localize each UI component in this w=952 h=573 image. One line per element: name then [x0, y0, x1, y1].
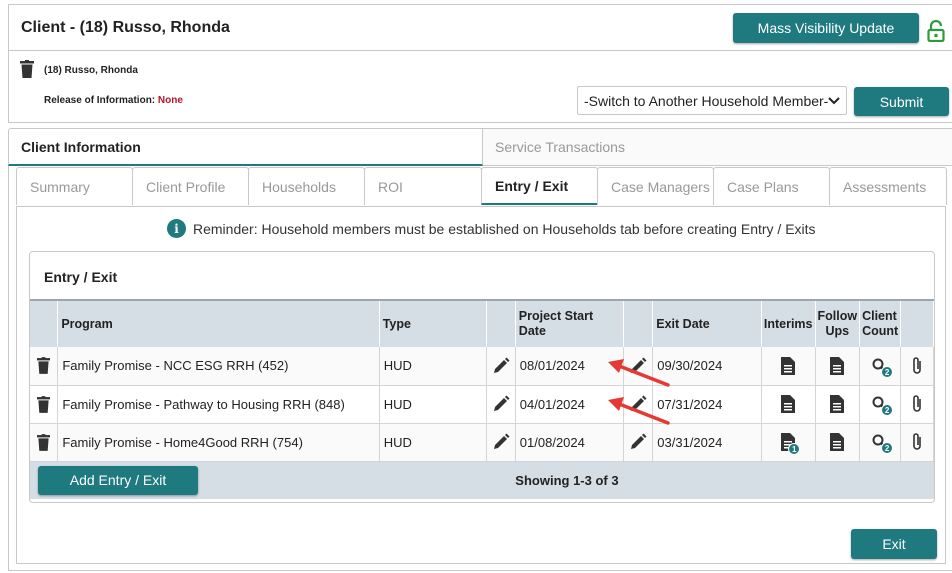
paperclip-icon[interactable] — [911, 356, 923, 376]
info-icon: i — [167, 219, 186, 238]
submit-button[interactable]: Submit — [854, 87, 949, 116]
tab-client-profile[interactable]: Client Profile — [132, 167, 249, 205]
trash-icon[interactable] — [37, 357, 51, 375]
tab-summary[interactable]: Summary — [16, 167, 133, 205]
roi-value: None — [157, 95, 183, 106]
document-icon[interactable] — [830, 395, 845, 413]
col-attachments — [900, 299, 934, 347]
entry-exit-table: Program Type Project Start Date Exit Dat… — [30, 299, 934, 499]
col-exit-date[interactable]: Exit Date — [652, 299, 762, 347]
sub-tabs: Summary Client Profile Households ROI En… — [16, 167, 950, 205]
program-cell[interactable]: Family Promise - Home4Good RRH (754) — [57, 423, 380, 462]
pencil-icon[interactable] — [629, 395, 647, 413]
start-date-cell: 04/01/2024 — [515, 385, 625, 424]
tab-households[interactable]: Households — [248, 167, 365, 205]
exit-date-cell: 09/30/2024 — [652, 347, 762, 386]
pencil-icon[interactable] — [629, 357, 647, 375]
document-icon[interactable] — [781, 356, 796, 375]
tab-assessments[interactable]: Assessments — [829, 167, 947, 205]
mass-visibility-update-button[interactable]: Mass Visibility Update — [733, 13, 919, 43]
entry-exit-title: Entry / Exit — [44, 269, 118, 285]
household-member-select[interactable]: -Switch to Another Household Member- — [577, 86, 847, 115]
pencil-icon[interactable] — [492, 357, 510, 375]
client-count-badge: 2 — [881, 404, 894, 417]
client-count-badge: 2 — [881, 366, 894, 379]
tab-service-transactions[interactable]: Service Transactions — [483, 128, 952, 166]
paperclip-icon[interactable] — [911, 394, 923, 414]
trash-icon[interactable] — [37, 395, 51, 413]
pencil-icon[interactable] — [492, 395, 510, 413]
client-count[interactable]: 2 — [872, 434, 894, 455]
col-delete — [30, 299, 59, 347]
entry-exit-card: Entry / Exit Program Type Project Start … — [29, 251, 935, 503]
col-edit-exit — [623, 299, 654, 347]
add-entry-exit-button[interactable]: Add Entry / Exit — [38, 465, 198, 495]
page-title: Client - (18) Russo, Rhonda — [21, 19, 230, 36]
top-tabs: Client Information Service Transactions — [8, 128, 952, 166]
col-type[interactable]: Type — [379, 299, 487, 347]
table-row: Family Promise - NCC ESG RRH (452) HUD 08/… — [30, 347, 934, 386]
tab-entry-exit[interactable]: Entry / Exit — [481, 167, 598, 205]
document-icon[interactable] — [781, 395, 796, 413]
unlock-icon[interactable] — [927, 20, 945, 42]
program-cell[interactable]: Family Promise - Pathway to Housing RRH … — [57, 385, 380, 424]
exit-date-cell: 03/31/2024 — [652, 423, 762, 462]
col-follow-ups: Follow Ups — [815, 299, 861, 347]
type-cell: HUD — [379, 385, 487, 424]
exit-date-cell: 07/31/2024 — [652, 385, 762, 424]
client-summary-box: (18) Russo, Rhonda Release of Informatio… — [8, 51, 952, 123]
household-select-value: -Switch to Another Household Member- — [584, 92, 829, 109]
reminder-text: Reminder: Household members must be esta… — [193, 220, 816, 237]
tab-client-information[interactable]: Client Information — [8, 128, 483, 166]
start-date-cell: 01/08/2024 — [515, 423, 625, 462]
client-header: Client - (18) Russo, Rhonda Mass Visibil… — [8, 4, 952, 51]
tab-roi[interactable]: ROI — [364, 167, 482, 205]
col-program[interactable]: Program — [57, 299, 380, 347]
pencil-icon[interactable] — [492, 433, 510, 451]
trash-icon[interactable] — [20, 60, 34, 78]
pencil-icon[interactable] — [629, 433, 647, 451]
col-client-count: Client Count — [859, 299, 902, 347]
showing-count: Showing 1-3 of 3 — [515, 461, 762, 499]
client-count-badge: 2 — [881, 442, 894, 455]
chevron-down-icon — [828, 97, 840, 105]
table-row: Family Promise - Pathway to Housing RRH … — [30, 385, 934, 424]
col-start-date[interactable]: Project Start Date — [515, 299, 625, 347]
roi-line: Release of Information: None — [44, 95, 183, 106]
client-count[interactable]: 2 — [872, 357, 894, 379]
program-cell[interactable]: Family Promise - NCC ESG RRH (452) — [57, 347, 380, 386]
interims-with-badge[interactable]: 1 — [781, 433, 801, 455]
paperclip-icon[interactable] — [911, 432, 923, 452]
client-name: (18) Russo, Rhonda — [44, 65, 138, 76]
reminder-message: i Reminder: Household members must be es… — [167, 219, 816, 238]
col-interims: Interims — [761, 299, 816, 347]
client-count[interactable]: 2 — [872, 396, 894, 417]
document-icon[interactable] — [830, 433, 845, 451]
type-cell: HUD — [379, 423, 487, 462]
table-header-row: Program Type Project Start Date Exit Dat… — [30, 299, 934, 347]
type-cell: HUD — [379, 347, 487, 386]
exit-button[interactable]: Exit — [851, 529, 937, 559]
trash-icon[interactable] — [37, 433, 51, 451]
interims-badge: 1 — [788, 443, 801, 455]
table-footer-row: Add Entry / Exit Showing 1-3 of 3 — [30, 461, 934, 499]
tab-case-managers[interactable]: Case Managers — [597, 167, 714, 205]
document-icon[interactable] — [830, 356, 845, 375]
roi-label: Release of Information: — [44, 95, 158, 106]
entry-exit-panel: i Reminder: Household members must be es… — [16, 206, 946, 564]
tab-case-plans[interactable]: Case Plans — [713, 167, 830, 205]
col-edit-start — [486, 299, 516, 347]
table-row: Family Promise - Home4Good RRH (754) HUD 0… — [30, 423, 934, 462]
start-date-cell: 08/01/2024 — [515, 347, 625, 386]
